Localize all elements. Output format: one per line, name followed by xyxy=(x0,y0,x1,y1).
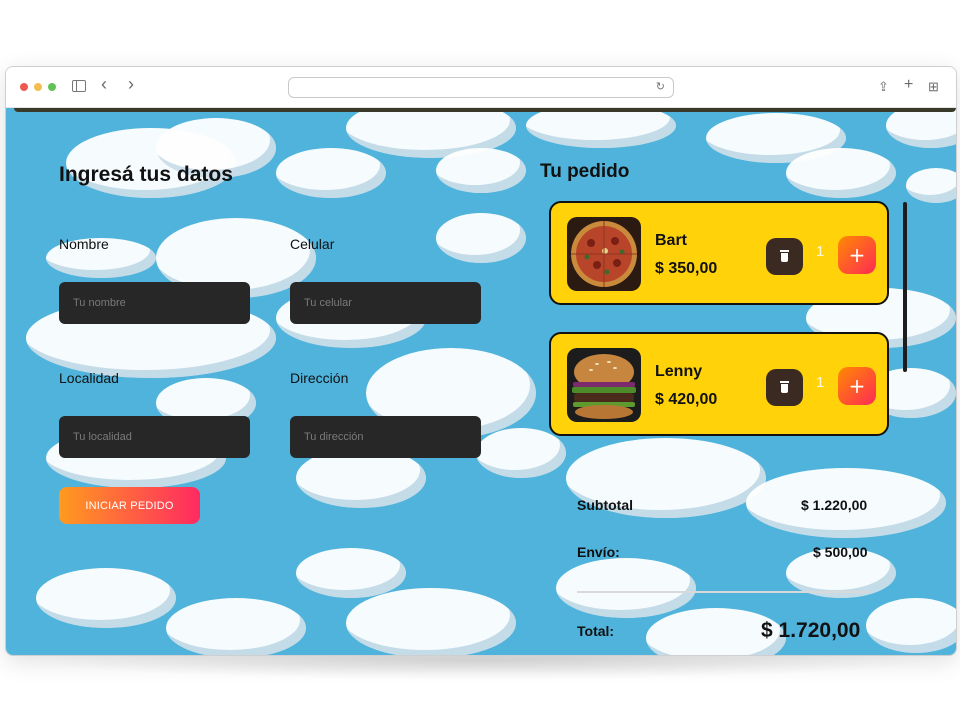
total-value: $ 1.720,00 xyxy=(761,619,861,642)
back-icon[interactable]: ‹ xyxy=(101,75,107,93)
page-content: Ingresá tus datos Nombre Celular Localid… xyxy=(6,108,956,655)
browser-toolbar: ‹ › ↻ ⇪ + ⊞ xyxy=(6,67,956,108)
item-price: $ 350,00 xyxy=(655,260,718,277)
start-order-button[interactable]: INICIAR PEDIDO xyxy=(59,487,200,524)
subtotal-label: Subtotal xyxy=(577,497,633,513)
direccion-label: Dirección xyxy=(290,370,349,386)
subtotal-value: $ 1.220,00 xyxy=(801,497,868,513)
browser-window: ‹ › ↻ ⇪ + ⊞ Ingresá tus datos Nombre Tu … xyxy=(5,66,957,656)
tab-overview-icon[interactable]: ⊞ xyxy=(928,79,939,95)
celular-label: Celular xyxy=(290,236,335,252)
increase-quantity-button[interactable]: + xyxy=(838,367,876,405)
header-strip xyxy=(14,108,956,112)
nombre-input[interactable] xyxy=(59,282,250,324)
item-price: $ 420,00 xyxy=(655,391,718,408)
celular-input[interactable] xyxy=(290,282,481,324)
localidad-input[interactable] xyxy=(59,416,250,458)
share-icon[interactable]: ⇪ xyxy=(878,79,889,95)
close-window-button[interactable] xyxy=(20,83,28,91)
direccion-input[interactable] xyxy=(290,416,481,458)
item-quantity: 1 xyxy=(816,374,825,391)
cart-item-bart: Bart $ 350,00 1 + xyxy=(549,201,889,305)
trash-icon xyxy=(780,381,789,383)
sidebar-toggle-icon[interactable] xyxy=(72,80,86,92)
reload-icon[interactable]: ↻ xyxy=(656,80,665,93)
shipping-value: $ 500,00 xyxy=(813,544,868,560)
maximize-window-button[interactable] xyxy=(48,83,56,91)
nombre-label: Nombre xyxy=(59,236,109,252)
total-label: Total: xyxy=(577,623,615,639)
order-title: Tu pedido xyxy=(540,161,630,182)
item-quantity: 1 xyxy=(816,243,825,260)
remove-item-button[interactable] xyxy=(766,238,803,275)
address-bar[interactable]: ↻ xyxy=(288,77,674,98)
form-title: Ingresá tus datos xyxy=(59,163,233,186)
pizza-image xyxy=(567,217,641,291)
minimize-window-button[interactable] xyxy=(34,83,42,91)
trash-icon xyxy=(780,250,789,252)
localidad-label: Localidad xyxy=(59,370,119,386)
item-name: Lenny xyxy=(655,363,703,380)
forward-icon[interactable]: › xyxy=(128,75,134,93)
new-tab-icon[interactable]: + xyxy=(904,77,913,93)
item-name: Bart xyxy=(655,232,688,249)
remove-item-button[interactable] xyxy=(766,369,803,406)
increase-quantity-button[interactable]: + xyxy=(838,236,876,274)
cart-scrollbar[interactable] xyxy=(903,202,907,372)
summary-divider xyxy=(577,591,869,593)
burger-image xyxy=(567,348,641,422)
cart-item-lenny: Lenny $ 420,00 1 + xyxy=(549,332,889,436)
shipping-label: Envío: xyxy=(577,544,620,560)
